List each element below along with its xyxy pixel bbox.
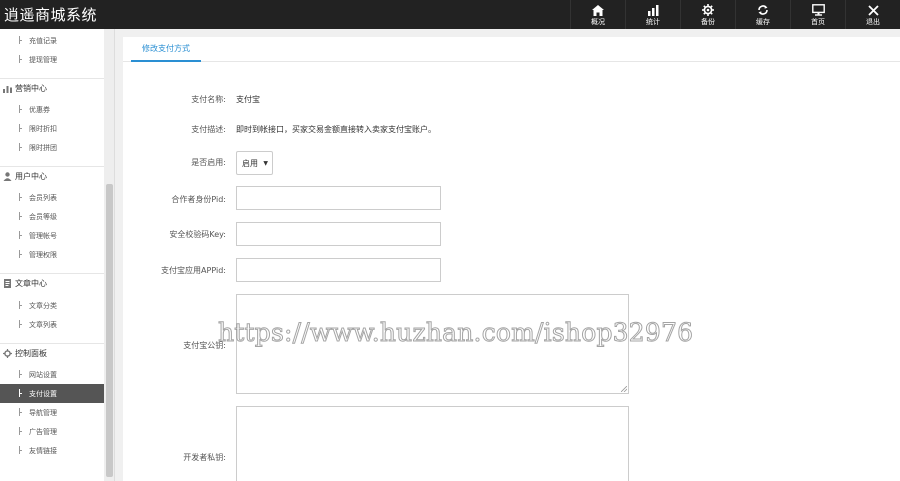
home-icon <box>591 4 605 17</box>
top-nav: 概况 统计 备份 缓存 首页 退出 <box>570 0 900 29</box>
nav-label: 统计 <box>646 17 660 26</box>
sidebar-item-group-buy[interactable]: 限时拼团 <box>0 138 104 157</box>
tree-line <box>19 250 22 258</box>
sidebar-scrollbar-thumb[interactable] <box>106 184 113 477</box>
top-bar: 逍遥商城系统 概况 统计 备份 缓存 首页 退出 <box>0 0 900 29</box>
refresh-icon <box>756 4 770 17</box>
tree-line <box>19 143 22 151</box>
tree-line <box>19 446 22 454</box>
gear-icon <box>3 349 12 358</box>
sidebar-item-ad-manage[interactable]: 广告管理 <box>0 422 104 441</box>
tree-line <box>19 55 22 63</box>
bar-chart-icon <box>646 4 660 17</box>
sidebar-group-label: 文章中心 <box>15 279 47 288</box>
sidebar-item-admin-accounts[interactable]: 管理帐号 <box>0 226 104 245</box>
sidebar-item-friend-links[interactable]: 友情链接 <box>0 441 104 460</box>
chart-icon <box>3 84 12 93</box>
nav-logout[interactable]: 退出 <box>845 0 900 29</box>
private-key-textarea[interactable] <box>236 406 629 481</box>
payment-name-value: 支付宝 <box>236 95 260 104</box>
gear-icon <box>701 4 715 17</box>
sidebar-item-member-list[interactable]: 会员列表 <box>0 188 104 207</box>
sidebar-item-navigation-manage[interactable]: 导航管理 <box>0 403 104 422</box>
nav-label: 备份 <box>701 17 715 26</box>
nav-stats[interactable]: 统计 <box>625 0 680 29</box>
appid-label: 支付宝应用APPid: <box>161 266 226 275</box>
dropdown-arrow-icon: ▼ <box>263 160 268 167</box>
nav-backup[interactable]: 备份 <box>680 0 735 29</box>
pid-input[interactable] <box>236 186 441 210</box>
pid-label: 合作者身份Pid: <box>171 195 226 204</box>
sidebar-item-admin-permissions[interactable]: 管理权限 <box>0 245 104 264</box>
sidebar-item-article-categories[interactable]: 文章分类 <box>0 296 104 315</box>
sidebar-item-withdraw-manage[interactable]: 提现管理 <box>0 50 104 69</box>
tree-line <box>19 124 22 132</box>
nav-home[interactable]: 首页 <box>790 0 845 29</box>
private-key-label: 开发者私钥: <box>183 453 226 462</box>
tab-edit-payment-method[interactable]: 修改支付方式 <box>131 37 201 62</box>
sidebar-group-users[interactable]: 用户中心 <box>0 166 104 186</box>
sidebar-group-articles[interactable]: 文章中心 <box>0 273 104 293</box>
app-title: 逍遥商城系统 <box>4 6 98 24</box>
tree-line <box>19 193 22 201</box>
user-icon <box>3 172 12 181</box>
nav-label: 缓存 <box>756 17 770 26</box>
payment-name-label: 支付名称: <box>191 95 226 104</box>
sidebar-item-coupons[interactable]: 优惠券 <box>0 100 104 119</box>
sidebar-item-recharge-records[interactable]: 充值记录 <box>0 31 104 50</box>
tree-line <box>19 36 22 44</box>
payment-desc-value: 即时到帐接口，买家交易金额直接转入卖家支付宝账户。 <box>236 125 436 134</box>
tree-line <box>19 370 22 378</box>
payment-desc-label: 支付描述: <box>191 125 226 134</box>
enabled-select[interactable]: 启用 ▼ <box>236 151 273 175</box>
close-icon <box>866 4 880 17</box>
tree-line <box>19 212 22 220</box>
resize-handle-icon[interactable] <box>621 386 627 392</box>
document-icon <box>3 279 12 288</box>
sidebar-group-control-panel[interactable]: 控制面板 <box>0 343 104 363</box>
nav-label: 概况 <box>591 17 605 26</box>
sidebar-group-label: 控制面板 <box>15 349 47 358</box>
tree-line <box>19 105 22 113</box>
sidebar-group-label: 用户中心 <box>15 172 47 181</box>
monitor-icon <box>811 4 825 17</box>
tree-line <box>19 320 22 328</box>
nav-cache[interactable]: 缓存 <box>735 0 790 29</box>
tree-line <box>19 231 22 239</box>
sidebar: 充值记录 提现管理 营销中心 优惠券 限时折扣 限时拼团 用户中心 会员列表 会… <box>0 29 115 481</box>
enabled-select-value: 启用 <box>242 158 258 168</box>
main-panel: 修改支付方式 支付名称: 支付宝 支付描述: 即时到帐接口，买家交易金额直接转入… <box>123 37 900 481</box>
nav-label: 退出 <box>866 17 880 26</box>
watermark: https://www.huzhan.com/ishop32976 <box>217 318 694 348</box>
public-key-label: 支付宝公钥: <box>183 341 226 350</box>
sidebar-group-marketing[interactable]: 营销中心 <box>0 78 104 98</box>
sidebar-item-flash-discount[interactable]: 限时折扣 <box>0 119 104 138</box>
tree-line <box>19 408 22 416</box>
enabled-label: 是否启用: <box>191 158 226 167</box>
sidebar-item-payment-settings[interactable]: 支付设置 <box>0 384 104 403</box>
tree-line <box>19 427 22 435</box>
key-label: 安全校验码Key: <box>169 230 226 239</box>
sidebar-item-member-levels[interactable]: 会员等级 <box>0 207 104 226</box>
nav-label: 首页 <box>811 17 825 26</box>
key-input[interactable] <box>236 222 441 246</box>
tree-line <box>19 389 22 397</box>
appid-input[interactable] <box>236 258 441 282</box>
tree-line <box>19 301 22 309</box>
nav-overview[interactable]: 概况 <box>570 0 625 29</box>
sidebar-group-label: 营销中心 <box>15 84 47 93</box>
sidebar-item-site-settings[interactable]: 网站设置 <box>0 365 104 384</box>
tab-bar: 修改支付方式 <box>123 37 900 62</box>
sidebar-item-article-list[interactable]: 文章列表 <box>0 315 104 334</box>
